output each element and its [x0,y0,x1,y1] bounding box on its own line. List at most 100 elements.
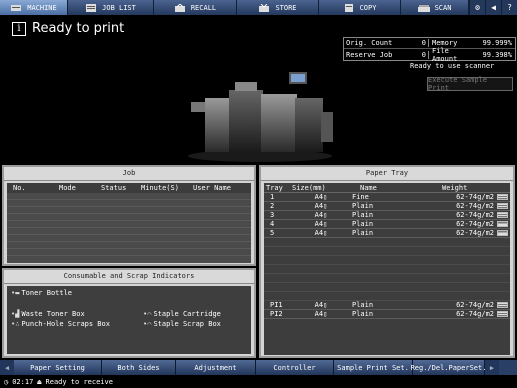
help-button[interactable]: ? [501,0,517,15]
arrow-left-icon: ◀ [4,363,10,372]
sample-print-set-button[interactable]: Sample Print Set. [334,360,413,375]
orig-count-label: Orig. Count [346,39,393,47]
counters-box: Orig. Count 0 Memory 99.999% Reserve Job… [343,37,516,63]
paper-level-icon [496,194,508,200]
volume-button[interactable]: ◀ [485,0,501,15]
tray-number: 4 [270,220,275,228]
staple-cartridge-indicator: •⌒ Staple Cartridge [143,310,221,318]
paper-level-gauge [494,194,510,200]
clock-icon: ◷ [4,378,9,386]
tab-copy[interactable]: COPY [319,0,401,15]
gear-icon: ⚙ [475,3,480,12]
paper-tray-table: Tray Size(mm) Name Weight 1 A4▯ Fine 62-74g… [264,183,510,355]
scroll-left-button[interactable]: ◀ [0,360,14,375]
tab-scan[interactable]: SCAN [401,0,469,15]
file-amount-label: File Amount [432,46,458,63]
tray-weight: 62-74g/m2 [456,220,494,228]
paper-level-icon [496,221,508,227]
controller-button[interactable]: Controller [256,360,334,375]
empty-row [264,256,510,265]
tab-job-list[interactable]: JOB LIST [68,0,154,15]
tray-size: A4▯ [314,301,328,309]
tray-size: A4▯ [314,310,328,318]
portrait-icon: ▯ [323,193,328,201]
indicator-label: Waste Toner Box [21,310,85,318]
staple-scrap-indicator: •⌒ Staple Scrap Box [143,320,221,328]
table-row[interactable]: 3 A4▯ Plain 62-74g/m2 [264,211,510,220]
reserve-job-label: Reserve Job [346,50,393,59]
portrait-icon: ▯ [323,211,328,219]
indicator-label: Staple Cartridge [153,310,221,318]
indicator-label: Toner Bottle [21,289,73,297]
consumables-title: Consumable and Scrap Indicators [4,270,254,284]
tray-number: 1 [270,193,275,201]
table-row [7,200,251,207]
paper-level-gauge [494,221,510,227]
staple-cartridge-icon: •⌒ [143,310,152,318]
tray-weight: 62-74g/m2 [456,202,494,210]
tray-paper-name: Plain [352,220,374,228]
list-icon [85,3,97,12]
tray-size: A4▯ [314,202,328,210]
tray-paper-name: Plain [352,229,374,237]
table-row[interactable]: 4 A4▯ Plain 62-74g/m2 [264,220,510,229]
tray-paper-name: Plain [352,301,374,309]
table-row[interactable]: 5 A4▯ Plain 62-74g/m2 [264,229,510,238]
paper-level-icon [496,203,508,209]
toner-bottle-indicator: •▬ Toner Bottle [11,289,72,297]
indicator-label: Staple Scrap Box [153,320,221,328]
reg-del-paperset-button[interactable]: Reg./Del.PaperSet. [411,360,486,375]
table-row[interactable]: PI2 A4▯ Plain 62-74g/m2 [264,310,510,319]
waste-toner-indicator: •▟ Waste Toner Box [11,310,85,318]
empty-row [264,265,510,274]
table-row[interactable]: PI1 A4▯ Plain 62-74g/m2 [264,301,510,310]
tray-rows: 1 A4▯ Fine 62-74g/m2 2 A4▯ Plain 62-74g/m2 3 A4▯ P… [264,193,510,238]
staple-scrap-icon: •⌒ [143,320,152,328]
tab-machine[interactable]: MACHINE [0,0,68,15]
tab-recall[interactable]: RECALL [154,0,237,15]
table-row [7,242,251,249]
copy-icon [343,3,355,12]
tray-weight: 62-74g/m2 [456,310,494,318]
printer-illustration [188,72,333,162]
paper-setting-button[interactable]: Paper Setting [14,360,102,375]
scroll-right-button[interactable]: ▶ [485,360,499,375]
portrait-icon: ▯ [323,310,328,318]
both-sides-button[interactable]: Both Sides [102,360,176,375]
settings-button[interactable]: ⚙ [469,0,485,15]
question-icon: ? [507,3,512,12]
portrait-icon: ▯ [323,229,328,237]
store-icon [258,3,270,12]
empty-row [264,247,510,256]
tray-size: A4▯ [314,193,328,201]
clock-time: 02:17 [12,378,34,386]
scan-icon [417,4,430,12]
orig-count-value: 0 [404,39,429,47]
tab-label: SCAN [434,3,452,12]
portrait-icon: ▯ [323,202,328,210]
table-row[interactable]: 1 A4▯ Fine 62-74g/m2 [264,193,510,202]
scanner-status: Ready to use scanner [410,62,495,70]
job-panel-title: Job [4,167,254,181]
tray-weight: 62-74g/m2 [456,193,494,201]
col-tray: Tray [266,183,283,192]
table-row[interactable]: 2 A4▯ Plain 62-74g/m2 [264,202,510,211]
tray-blank-rows [264,238,510,301]
arrow-right-icon: ▶ [489,363,495,372]
waste-toner-icon: •▟ [11,310,20,318]
tray-weight: 62-74g/m2 [456,301,494,309]
col-size: Size(mm) [292,183,326,192]
toner-bottle-icon: •▬ [11,289,20,297]
execute-sample-print-button[interactable]: Execute Sample Print [427,76,513,92]
status-text: Ready to print [32,21,125,36]
empty-row [264,292,510,301]
tray-weight: 62-74g/m2 [456,229,494,237]
job-table[interactable]: No. Mode Status Minute(S) User Name [7,183,251,263]
tray-paper-name: Plain [352,310,374,318]
portrait-icon: ▯ [323,220,328,228]
paper-level-icon [496,212,508,218]
tab-store[interactable]: STORE [237,0,319,15]
tab-label: RECALL [190,3,217,12]
adjustment-button[interactable]: Adjustment [176,360,256,375]
reserve-job-value: 0 [404,50,429,59]
